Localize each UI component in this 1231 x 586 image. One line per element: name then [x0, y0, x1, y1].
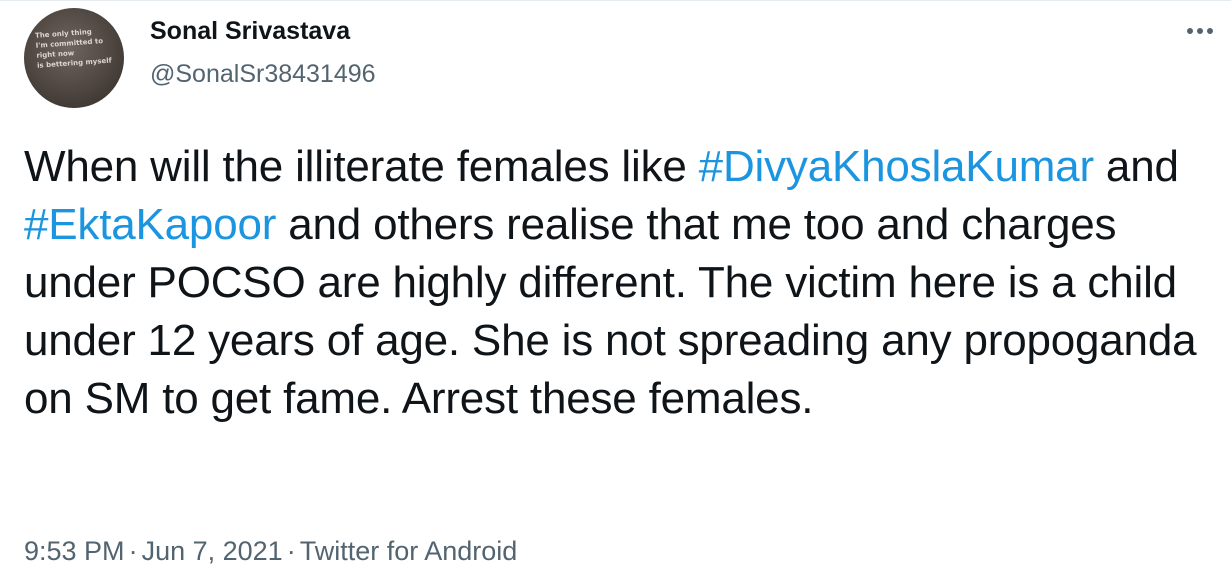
- divider: [0, 0, 1231, 1]
- more-options-button[interactable]: [1180, 16, 1220, 46]
- more-horizontal-icon-dot: [1197, 28, 1203, 34]
- hashtag-link[interactable]: #DivyaKhoslaKumar: [699, 142, 1094, 191]
- tweet-text-part: When will the illiterate females like: [24, 142, 699, 191]
- tweet-time[interactable]: 9:53 PM: [24, 536, 125, 566]
- more-horizontal-icon: [1187, 28, 1193, 34]
- separator: ·: [128, 536, 138, 566]
- more-horizontal-icon-dot: [1207, 28, 1213, 34]
- tweet-source[interactable]: Twitter for Android: [300, 536, 518, 566]
- author-handle[interactable]: @SonalSr38431496: [150, 59, 376, 89]
- hashtag-link[interactable]: #EktaKapoor: [24, 200, 276, 249]
- tweet-card: The only thing I'm committed to right no…: [0, 0, 1231, 586]
- avatar-caption: The only thing I'm committed to right no…: [34, 27, 112, 70]
- avatar[interactable]: The only thing I'm committed to right no…: [24, 8, 124, 108]
- tweet-date[interactable]: Jun 7, 2021: [142, 536, 283, 566]
- author-name[interactable]: Sonal Srivastava: [150, 16, 350, 46]
- separator: ·: [286, 536, 296, 566]
- tweet-text-part: and: [1093, 142, 1179, 191]
- tweet-text: When will the illiterate females like #D…: [24, 138, 1219, 428]
- tweet-metadata: 9:53 PM · Jun 7, 2021 · Twitter for Android: [24, 533, 517, 569]
